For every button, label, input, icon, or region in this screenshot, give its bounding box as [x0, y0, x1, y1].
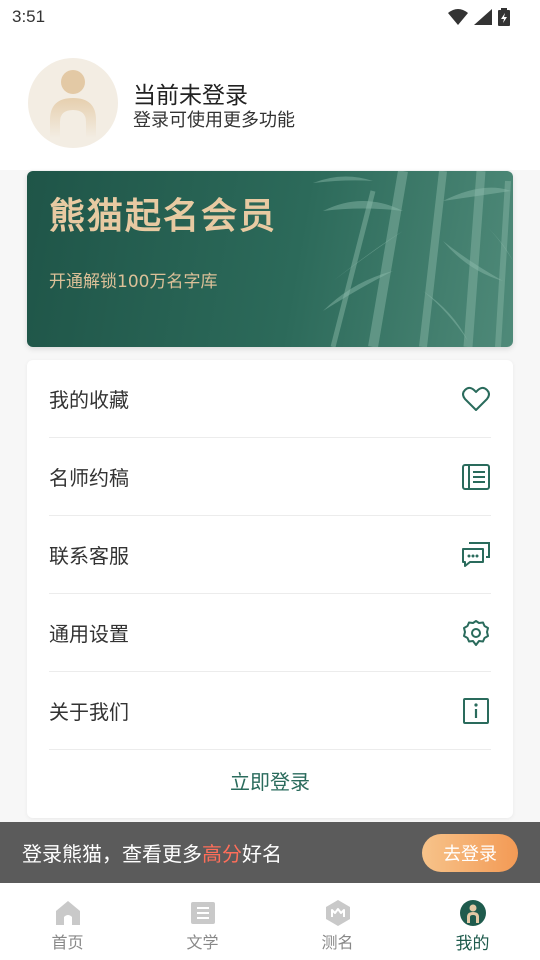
login-status-subtitle: 登录可使用更多功能 [133, 110, 295, 131]
banner-subtitle: 开通解锁100万名字库 [49, 272, 218, 292]
menu-item-customer-service[interactable]: 联系客服 [49, 516, 491, 594]
membership-banner[interactable]: 熊猫起名会员 开通解锁100万名字库 [27, 171, 513, 347]
status-time: 3:51 [12, 7, 46, 26]
signal-icon [474, 9, 492, 25]
book-icon [190, 902, 215, 924]
menu-item-favorites[interactable]: 我的收藏 [49, 360, 491, 438]
gear-icon [461, 618, 491, 648]
menu-card: 我的收藏 名师约稿 联系客服 通用设置 关于我们 立即登录 [27, 360, 513, 818]
tab-label: 文学 [186, 933, 219, 952]
login-prompt-text: 登录熊猫，查看更多高分好名 [22, 838, 282, 867]
tab-test-name[interactable]: 测名 [270, 883, 405, 960]
menu-item-label: 我的收藏 [49, 388, 129, 412]
tab-label: 我的 [455, 934, 490, 954]
document-icon [461, 462, 491, 492]
profile-header[interactable]: 当前未登录 登录可使用更多功能 [0, 34, 540, 160]
login-prompt-text-after: 好名 [242, 842, 282, 866]
login-prompt-text-before: 登录熊猫，查看更多 [22, 842, 202, 866]
header-spacer [0, 160, 540, 170]
menu-item-label: 关于我们 [49, 700, 129, 724]
profile-icon [459, 900, 486, 926]
login-status-title: 当前未登录 [133, 83, 248, 109]
test-name-icon [325, 900, 350, 926]
login-prompt-highlight: 高分 [202, 842, 242, 866]
avatar[interactable] [28, 58, 118, 148]
info-icon [461, 696, 491, 726]
menu-item-label: 联系客服 [49, 544, 129, 568]
tab-label: 测名 [321, 933, 354, 952]
heart-icon [461, 384, 491, 414]
tab-label: 首页 [51, 933, 84, 952]
tab-home[interactable]: 首页 [0, 883, 135, 960]
menu-item-label: 名师约稿 [49, 466, 129, 490]
login-prompt-bar: 登录熊猫，查看更多高分好名 去登录 [0, 822, 540, 883]
menu-item-about-us[interactable]: 关于我们 [49, 672, 491, 750]
tab-mine[interactable]: 我的 [405, 883, 540, 960]
login-now-link[interactable]: 立即登录 [27, 766, 513, 795]
menu-item-master-commission[interactable]: 名师约稿 [49, 438, 491, 516]
status-bar: 3:51 [0, 0, 540, 34]
home-icon [55, 901, 80, 925]
bottom-tab-bar: 首页 文学 测名 我的 [0, 883, 540, 960]
banner-title: 熊猫起名会员 [49, 195, 278, 237]
avatar-placeholder-icon [50, 70, 96, 138]
menu-item-settings[interactable]: 通用设置 [49, 594, 491, 672]
chat-icon [461, 540, 491, 570]
wifi-icon [448, 9, 468, 25]
status-icons [448, 8, 510, 26]
tab-literature[interactable]: 文学 [135, 883, 270, 960]
go-login-button[interactable]: 去登录 [422, 833, 518, 872]
battery-icon [498, 8, 510, 26]
bamboo-decoration-icon [313, 171, 513, 347]
menu-item-label: 通用设置 [49, 622, 129, 646]
